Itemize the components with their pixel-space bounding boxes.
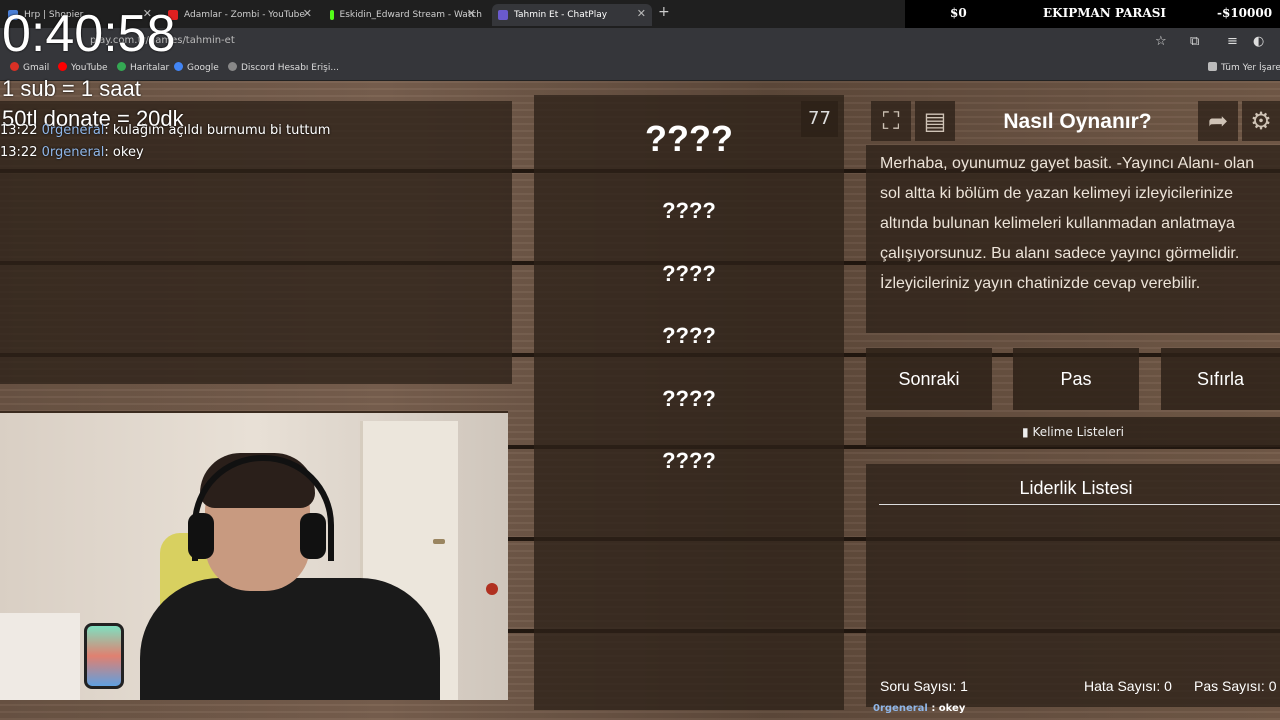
- tab-kick[interactable]: Eskidin_Edward Stream - Watch ✕: [330, 4, 482, 26]
- bottom-chat-message: 0rgeneral : okey: [873, 703, 965, 714]
- exit-icon[interactable]: ➦: [1198, 101, 1238, 141]
- forbidden-word-2: ????: [662, 261, 716, 286]
- folder-icon: [1208, 62, 1217, 71]
- chat-username: 0rgeneral: [41, 145, 105, 160]
- banner-left-amount: $0: [950, 6, 967, 20]
- fullscreen-icon[interactable]: ⛶: [871, 101, 911, 141]
- close-tab-icon[interactable]: ✕: [467, 7, 476, 20]
- extensions-icon[interactable]: ⧉: [1190, 34, 1199, 49]
- tab-label: Tahmin Et - ChatPlay: [514, 10, 608, 20]
- bookmark-google[interactable]: Google: [174, 62, 219, 73]
- close-tab-icon[interactable]: ✕: [637, 7, 646, 20]
- chat-message: 13:22 0rgeneral: okey: [0, 145, 144, 160]
- chat-message: 13:22 0rgeneral: kulağım açıldı burnumu …: [0, 123, 330, 138]
- chat-text: : kulağım açıldı burnumu bi tuttum: [104, 123, 331, 138]
- question-count: Soru Sayısı: 1: [880, 678, 968, 694]
- tab-chatplay[interactable]: Tahmin Et - ChatPlay ✕: [492, 4, 652, 26]
- next-button[interactable]: Sonraki: [866, 348, 992, 410]
- chat-username: 0rgeneral: [873, 703, 928, 714]
- forbidden-word-3: ????: [662, 323, 716, 348]
- word-lists-label: Kelime Listeleri: [1032, 425, 1124, 439]
- word-lists-button[interactable]: ▮ Kelime Listeleri: [866, 417, 1280, 447]
- chat-time: 13:22: [0, 123, 38, 138]
- clipboard-icon: ▮: [1022, 425, 1029, 439]
- leaderboard-title: Liderlik Listesi: [1019, 478, 1133, 498]
- chat-text: : okey: [104, 145, 144, 160]
- how-to-play-title: Nasıl Oynanır?: [1003, 110, 1152, 133]
- chat-text: : okey: [927, 703, 966, 714]
- chat-time: 13:22: [0, 145, 38, 160]
- tab-label: Eskidin_Edward Stream - Watch: [339, 10, 482, 20]
- webcam-feed: [0, 411, 508, 700]
- chat-panel: [0, 101, 512, 384]
- banner-title: EKIPMAN PARASI: [1043, 6, 1166, 20]
- forbidden-word-4: ????: [662, 386, 716, 411]
- banner-right-amount: -$10000: [1217, 6, 1273, 20]
- leaderboard-panel: Liderlik Listesi: [866, 464, 1280, 707]
- sub-rate-text: 1 sub = 1 saat: [2, 76, 141, 101]
- pass-button[interactable]: Pas: [1013, 348, 1139, 410]
- main-word: ????: [645, 118, 733, 159]
- gear-icon[interactable]: ⚙: [1242, 101, 1280, 141]
- forbidden-word-1: ????: [662, 198, 716, 223]
- stream-timer: 0:40:58: [2, 5, 176, 63]
- error-count: Hata Sayısı: 0: [1084, 678, 1172, 694]
- microphone: [84, 623, 124, 689]
- forbidden-word-5: ????: [662, 448, 716, 473]
- close-tab-icon[interactable]: ✕: [303, 7, 312, 20]
- pass-count: Pas Sayısı: 0: [1194, 678, 1277, 694]
- media-icon[interactable]: ≡: [1227, 34, 1238, 49]
- bookmark-star-icon[interactable]: ☆: [1155, 34, 1167, 49]
- chatplay-favicon-icon: [498, 10, 508, 20]
- bookmark-discord[interactable]: Discord Hesabı Erişi...: [228, 62, 339, 73]
- equipment-money-banner: $0 EKIPMAN PARASI -$10000: [905, 0, 1280, 28]
- globe-icon: [228, 62, 237, 71]
- instructions-text: Merhaba, oyunumuz gayet basit. -Yayıncı …: [880, 155, 1255, 292]
- profile-icon[interactable]: ◐: [1253, 34, 1264, 49]
- address-bar: play.com.tr/games/tahmin-et ☆ ⧉ ≡ ◐: [0, 28, 1280, 58]
- new-tab-button[interactable]: +: [658, 4, 670, 20]
- tab-youtube[interactable]: Adamlar - Zombi - YouTube ✕: [168, 4, 318, 26]
- reset-button[interactable]: Sıfırla: [1161, 348, 1280, 410]
- leaderboard-divider: [879, 504, 1280, 505]
- kick-favicon-icon: [330, 10, 334, 20]
- bookmarks-bar: Gmail YouTube Haritalar Google Discord H…: [0, 58, 1280, 81]
- chat-username: 0rgeneral: [41, 123, 105, 138]
- all-bookmarks[interactable]: Tüm Yer İşaretl: [1208, 62, 1280, 73]
- instructions-panel: Merhaba, oyunumuz gayet basit. -Yayıncı …: [866, 145, 1280, 333]
- document-icon[interactable]: ▤: [915, 101, 955, 141]
- tab-label: Adamlar - Zombi - YouTube: [184, 10, 305, 20]
